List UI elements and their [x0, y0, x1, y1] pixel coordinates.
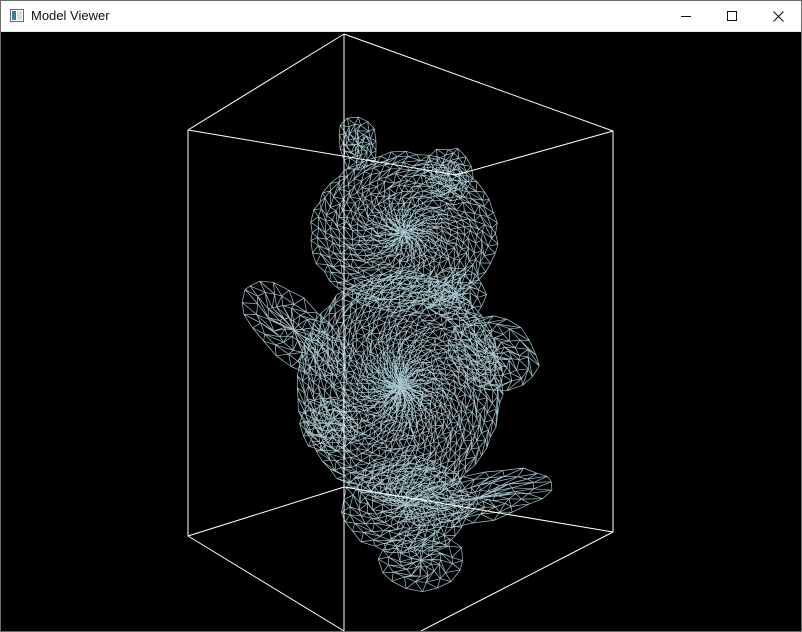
- mesh-edges: [241, 116, 553, 593]
- app-window-icon: [10, 9, 24, 22]
- model-viewer-window: Model Viewer: [0, 0, 802, 632]
- close-button[interactable]: [755, 1, 801, 31]
- scene-canvas: [187, 33, 614, 631]
- close-icon: [772, 10, 784, 22]
- window-title: Model Viewer: [31, 8, 110, 23]
- maximize-button[interactable]: [709, 1, 755, 31]
- minimize-button[interactable]: [663, 1, 709, 31]
- maximize-icon: [727, 11, 737, 21]
- 3d-viewport[interactable]: [1, 32, 801, 631]
- minimize-icon: [681, 11, 691, 21]
- title-bar[interactable]: Model Viewer: [1, 1, 801, 32]
- teddy-bear-wireframe-mesh: [241, 116, 553, 593]
